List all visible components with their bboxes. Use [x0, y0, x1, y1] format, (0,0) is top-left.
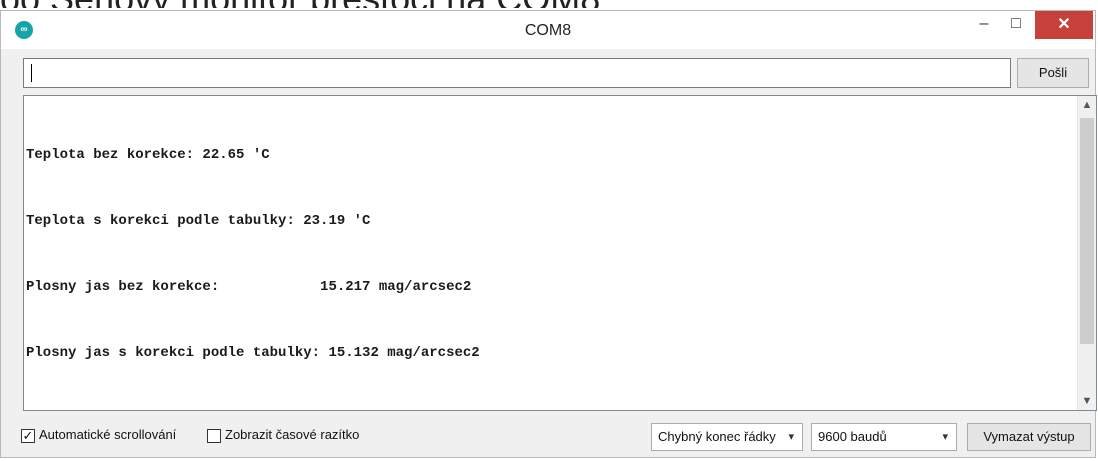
baud-rate-select[interactable]: 9600 baudů ▾ — [811, 423, 957, 451]
line-ending-select[interactable]: Chybný konec řádky ▾ — [651, 423, 803, 451]
line-ending-value: Chybný konec řádky — [658, 429, 776, 444]
chevron-down-icon: ▾ — [942, 431, 948, 443]
baud-rate-value: 9600 baudů — [818, 429, 887, 444]
scroll-up-icon[interactable]: ▲ — [1078, 96, 1096, 114]
send-input[interactable] — [23, 58, 1011, 88]
autoscroll-label: Automatické scrollování — [39, 427, 177, 442]
vertical-scrollbar[interactable]: ▲ ▼ — [1077, 96, 1096, 410]
output-line: Teplota bez korekce: 22.65 'C — [26, 147, 270, 163]
serial-output-area[interactable]: Teplota bez korekce: 22.65 'C Teplota s … — [23, 95, 1097, 411]
serial-monitor-window: ∞ COM8 – □ ✕ Pošli Teplota bez korekce: … — [0, 10, 1097, 458]
window-title: COM8 — [524, 22, 572, 39]
send-button[interactable]: Pošli — [1017, 58, 1089, 88]
timestamp-checkbox[interactable] — [207, 429, 221, 443]
text-cursor — [31, 64, 32, 82]
output-text: Teplota bez korekce: 22.65 'C Teplota s … — [26, 100, 480, 408]
close-icon[interactable]: ✕ — [1035, 11, 1093, 39]
title-bar[interactable]: ∞ COM8 – □ ✕ — [1, 11, 1095, 49]
cropped-caption: oo Serlový monitor přestoci na COM8 — [0, 0, 1098, 8]
autoscroll-checkbox[interactable]: ✓ — [21, 429, 35, 443]
timestamp-label: Zobrazit časové razítko — [225, 427, 360, 442]
minimize-icon[interactable]: – — [969, 11, 999, 39]
output-line: Teplota s korekci podle tabulky: 23.19 '… — [26, 213, 371, 229]
footer-bar: ✓ Automatické scrollování Zobrazit časov… — [1, 415, 1095, 455]
scrollbar-thumb[interactable] — [1080, 118, 1094, 344]
clear-output-button[interactable]: Vymazat výstup — [967, 423, 1091, 451]
output-line: Plosny jas bez korekce: 15.217 mag/arcse… — [26, 279, 472, 295]
chevron-down-icon: ▾ — [788, 431, 794, 443]
scroll-down-icon[interactable]: ▼ — [1078, 392, 1096, 410]
maximize-icon[interactable]: □ — [1001, 11, 1031, 39]
send-row: Pošli — [1, 49, 1095, 95]
output-line: Plosny jas s korekci podle tabulky: 15.1… — [26, 345, 480, 361]
